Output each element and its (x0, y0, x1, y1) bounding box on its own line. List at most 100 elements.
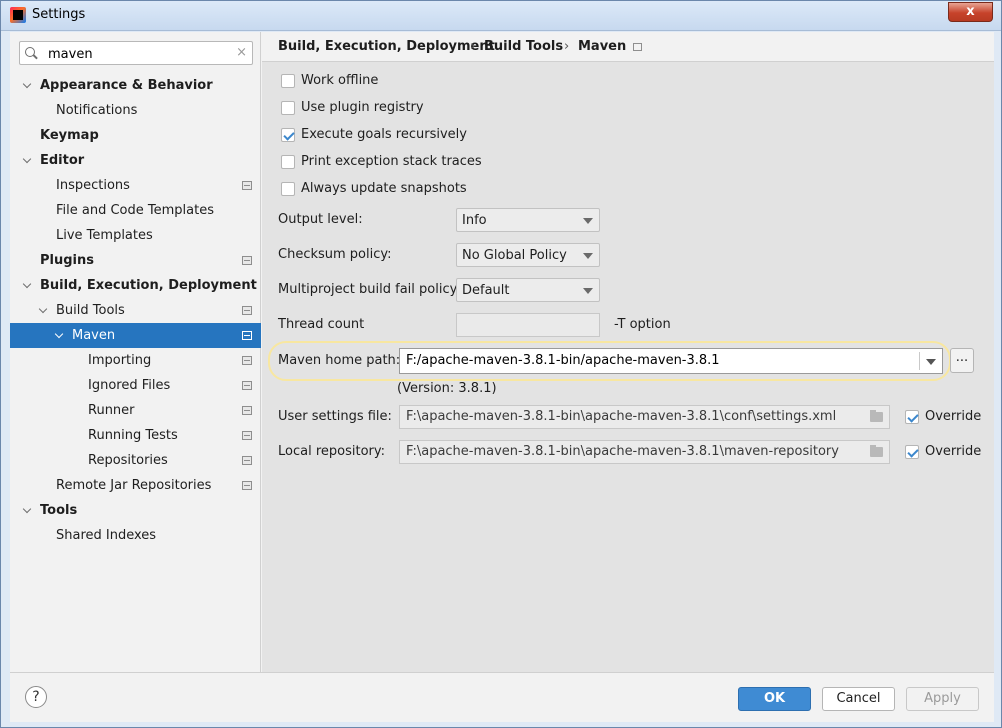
user-settings-value: F:\apache-maven-3.8.1-bin\apache-maven-3… (406, 409, 837, 424)
override-label: Override (925, 444, 982, 459)
tree-item-label: Tools (40, 503, 78, 518)
chevron-down-icon[interactable] (23, 156, 31, 164)
chevron-down-icon (583, 218, 593, 224)
chevron-down-icon[interactable] (23, 81, 31, 89)
tree-item[interactable]: Appearance & Behavior (10, 73, 261, 98)
tree-item[interactable]: Runner (10, 398, 261, 423)
breadcrumb-item[interactable]: Build Tools (484, 39, 563, 54)
local-repository-override-checkbox[interactable] (905, 445, 919, 459)
maven-settings-panel: Build, Execution, Deployment › Build Too… (262, 32, 994, 672)
tree-item[interactable]: File and Code Templates (10, 198, 261, 223)
tree-item-label: Notifications (56, 103, 138, 118)
project-scope-icon (242, 181, 252, 190)
tree-item[interactable]: Build Tools (10, 298, 261, 323)
project-scope-icon (242, 331, 252, 340)
user-settings-override-checkbox[interactable] (905, 410, 919, 424)
tree-item[interactable]: Running Tests (10, 423, 261, 448)
user-settings-field[interactable]: F:\apache-maven-3.8.1-bin\apache-maven-3… (399, 405, 890, 429)
breadcrumb-separator-icon: › (564, 39, 570, 54)
ok-button[interactable]: OK (738, 687, 811, 711)
thread-count-label: Thread count (278, 317, 365, 332)
tree-item[interactable]: Live Templates (10, 223, 261, 248)
tree-item-label: Running Tests (88, 428, 178, 443)
tree-item[interactable]: Importing (10, 348, 261, 373)
breadcrumb-item: Maven (578, 39, 627, 54)
folder-icon[interactable] (870, 410, 883, 422)
option-checkbox[interactable] (281, 182, 295, 196)
search-box[interactable]: × (19, 41, 253, 65)
close-button[interactable]: x (948, 2, 993, 22)
local-repository-field[interactable]: F:\apache-maven-3.8.1-bin\apache-maven-3… (399, 440, 890, 464)
maven-home-path-label: Maven home path: (278, 353, 401, 368)
help-button[interactable]: ? (25, 686, 47, 708)
output-level-label: Output level: (278, 212, 363, 227)
apply-button[interactable]: Apply (906, 687, 979, 711)
chevron-down-icon[interactable] (55, 331, 63, 339)
tree-item-label: Runner (88, 403, 135, 418)
option-checkbox[interactable] (281, 128, 295, 142)
tree-item-label: Repositories (88, 453, 168, 468)
option-checkbox[interactable] (281, 101, 295, 115)
tree-item-label: Plugins (40, 253, 94, 268)
fail-policy-select[interactable]: Default (456, 278, 600, 302)
tree-item[interactable]: Plugins (10, 248, 261, 273)
fail-policy-label: Multiproject build fail policy: (278, 282, 461, 297)
user-settings-label: User settings file: (278, 409, 392, 424)
tree-item[interactable]: Ignored Files (10, 373, 261, 398)
option-checkbox[interactable] (281, 74, 295, 88)
tree-item-label: Ignored Files (88, 378, 171, 393)
tree-item[interactable]: Build, Execution, Deployment (10, 273, 261, 298)
thread-count-input[interactable] (456, 313, 600, 337)
clear-icon[interactable]: × (236, 45, 247, 60)
tree-item[interactable]: Keymap (10, 123, 261, 148)
tree-item[interactable]: Notifications (10, 98, 261, 123)
tree-item[interactable]: Maven (10, 323, 261, 348)
maven-home-path-select[interactable]: F:/apache-maven-3.8.1-bin/apache-maven-3… (399, 348, 943, 374)
option-label: Use plugin registry (301, 100, 424, 115)
intellij-icon (10, 7, 26, 23)
local-repository-value: F:\apache-maven-3.8.1-bin\apache-maven-3… (406, 444, 839, 459)
tree-item-label: Importing (88, 353, 152, 368)
project-scope-icon (242, 381, 252, 390)
settings-sidebar: × Appearance & Behavior Notifications Keym… (10, 32, 261, 672)
tree-item[interactable]: Tools (10, 498, 261, 523)
chevron-down-icon[interactable] (39, 306, 47, 314)
output-level-value: Info (462, 213, 487, 228)
option-label: Always update snapshots (301, 181, 467, 196)
checksum-policy-label: Checksum policy: (278, 247, 392, 262)
output-level-select[interactable]: Info (456, 208, 600, 232)
project-scope-icon (242, 356, 252, 365)
tree-item[interactable]: Remote Jar Repositories (10, 473, 261, 498)
search-icon (25, 47, 35, 57)
chevron-down-icon[interactable] (23, 281, 31, 289)
chevron-down-icon (583, 288, 593, 294)
tree-item-label: Remote Jar Repositories (56, 478, 212, 493)
breadcrumb-separator-icon: › (470, 39, 476, 54)
thread-count-hint: -T option (614, 317, 671, 332)
chevron-down-icon (583, 253, 593, 259)
chevron-down-icon[interactable] (926, 359, 936, 365)
project-scope-icon (633, 43, 642, 51)
project-scope-icon (242, 306, 252, 315)
project-scope-icon (242, 431, 252, 440)
browse-button[interactable]: ... (950, 348, 974, 373)
tree-item-label: Shared Indexes (56, 528, 157, 543)
project-scope-icon (242, 406, 252, 415)
title-bar: Settings x (1, 1, 1001, 31)
cancel-button[interactable]: Cancel (822, 687, 895, 711)
chevron-down-icon[interactable] (23, 506, 31, 514)
tree-item[interactable]: Editor (10, 148, 261, 173)
option-label: Work offline (301, 73, 379, 88)
breadcrumb: Build, Execution, Deployment › Build Too… (262, 32, 994, 62)
local-repository-label: Local repository: (278, 444, 385, 459)
tree-item[interactable]: Inspections (10, 173, 261, 198)
tree-item[interactable]: Repositories (10, 448, 261, 473)
option-checkbox[interactable] (281, 155, 295, 169)
search-input[interactable] (48, 45, 228, 63)
folder-icon[interactable] (870, 445, 883, 457)
maven-version-text: (Version: 3.8.1) (397, 381, 497, 396)
tree-item[interactable]: Shared Indexes (10, 523, 261, 548)
project-scope-icon (242, 481, 252, 490)
checksum-policy-select[interactable]: No Global Policy (456, 243, 600, 267)
breadcrumb-item[interactable]: Build, Execution, Deployment (278, 39, 495, 54)
